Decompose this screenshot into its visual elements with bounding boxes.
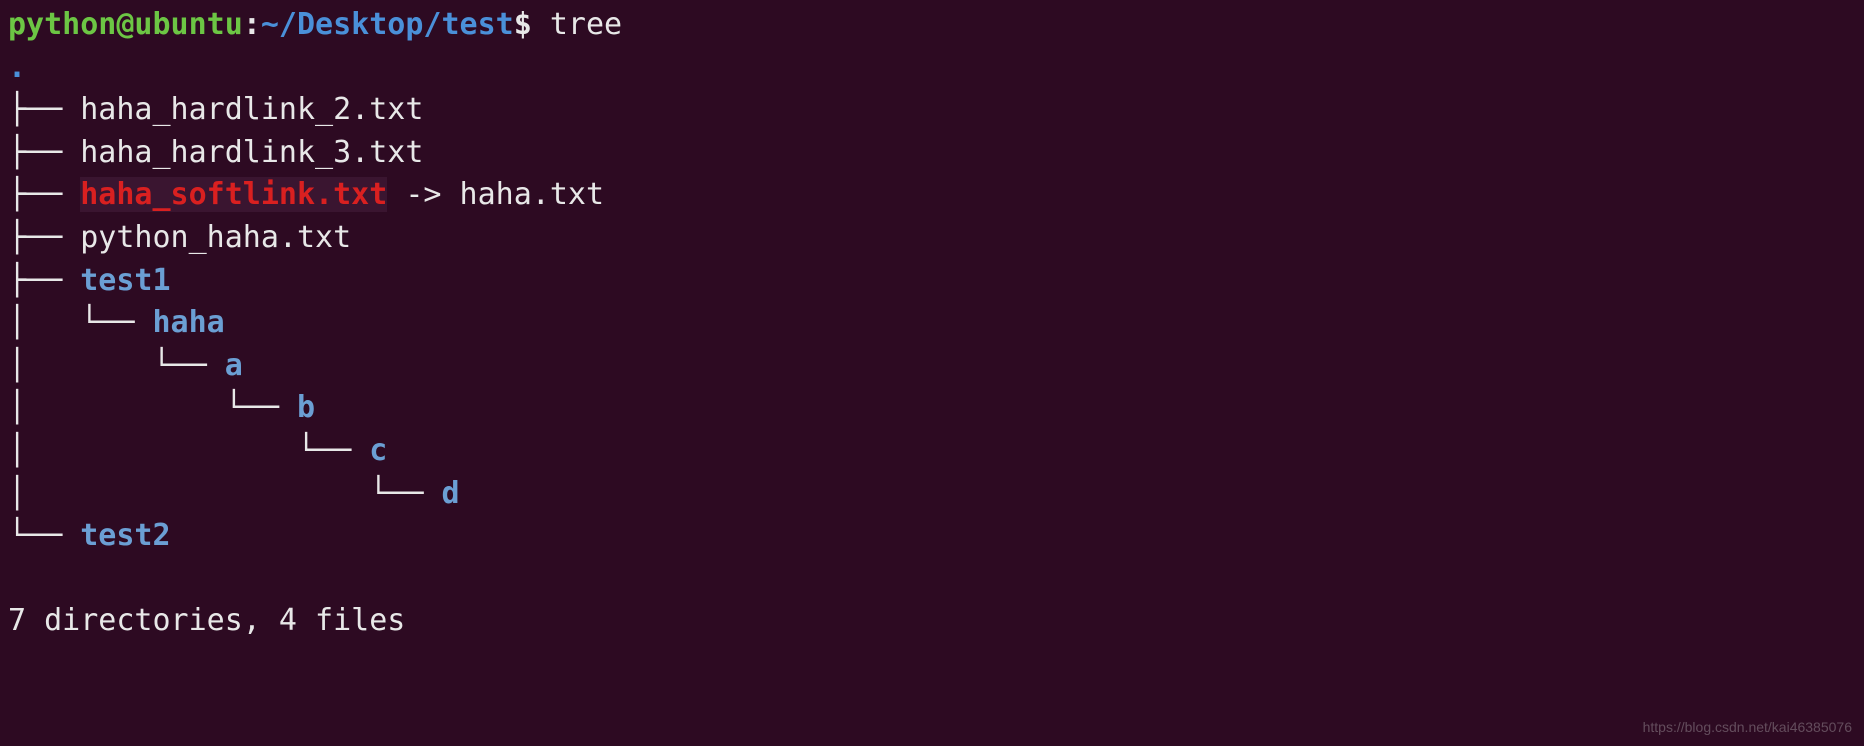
tree-entry: ├── python_haha.txt: [8, 217, 1856, 260]
tree-entry: │ └── b: [8, 387, 1856, 430]
tree-entry: │ └── c: [8, 430, 1856, 473]
tree-branch: └──: [8, 518, 80, 553]
tree-entry: ├── haha_softlink.txt -> haha.txt: [8, 174, 1856, 217]
tree-branch: │ └──: [8, 476, 441, 511]
tree-entry: ├── haha_hardlink_3.txt: [8, 132, 1856, 175]
tree-dir-name: d: [441, 476, 459, 511]
prompt-line: python@ubuntu:~/Desktop/test$ tree: [8, 4, 1856, 47]
tree-entry: │ └── d: [8, 473, 1856, 516]
tree-file-name: python_haha.txt: [80, 220, 351, 255]
tree-branch: │ └──: [8, 390, 297, 425]
tree-output: ├── haha_hardlink_2.txt├── haha_hardlink…: [8, 89, 1856, 558]
tree-entry: ├── haha_hardlink_2.txt: [8, 89, 1856, 132]
tree-branch: ├──: [8, 177, 80, 212]
watermark: https://blog.csdn.net/kai46385076: [1643, 718, 1852, 738]
tree-entry: ├── test1: [8, 260, 1856, 303]
tree-dir-name: c: [369, 433, 387, 468]
tree-dir-name: a: [225, 348, 243, 383]
prompt-colon: :: [243, 7, 261, 42]
tree-branch: ├──: [8, 135, 80, 170]
tree-dir-name: test1: [80, 263, 170, 298]
tree-dir-name: test2: [80, 518, 170, 553]
symlink-target: haha.txt: [460, 177, 605, 212]
tree-branch: ├──: [8, 92, 80, 127]
prompt-path: ~/Desktop/test: [261, 7, 514, 42]
blank-line: [8, 558, 1856, 601]
prompt-user-host: python@ubuntu: [8, 7, 243, 42]
tree-branch: ├──: [8, 220, 80, 255]
prompt-dollar: $: [514, 7, 532, 42]
tree-branch: │ └──: [8, 348, 225, 383]
root-dot: .: [8, 50, 26, 85]
tree-root: .: [8, 47, 1856, 90]
symlink-arrow: ->: [387, 177, 459, 212]
tree-dir-name: b: [297, 390, 315, 425]
summary-line: 7 directories, 4 files: [8, 600, 1856, 643]
tree-entry: └── test2: [8, 515, 1856, 558]
tree-entry: │ └── haha: [8, 302, 1856, 345]
command-text: tree: [532, 7, 622, 42]
tree-branch: ├──: [8, 263, 80, 298]
tree-branch: │ └──: [8, 433, 369, 468]
tree-branch: │ └──: [8, 305, 153, 340]
tree-symlink-name: haha_softlink.txt: [80, 177, 387, 212]
tree-dir-name: haha: [153, 305, 225, 340]
tree-entry: │ └── a: [8, 345, 1856, 388]
tree-file-name: haha_hardlink_2.txt: [80, 92, 423, 127]
tree-file-name: haha_hardlink_3.txt: [80, 135, 423, 170]
